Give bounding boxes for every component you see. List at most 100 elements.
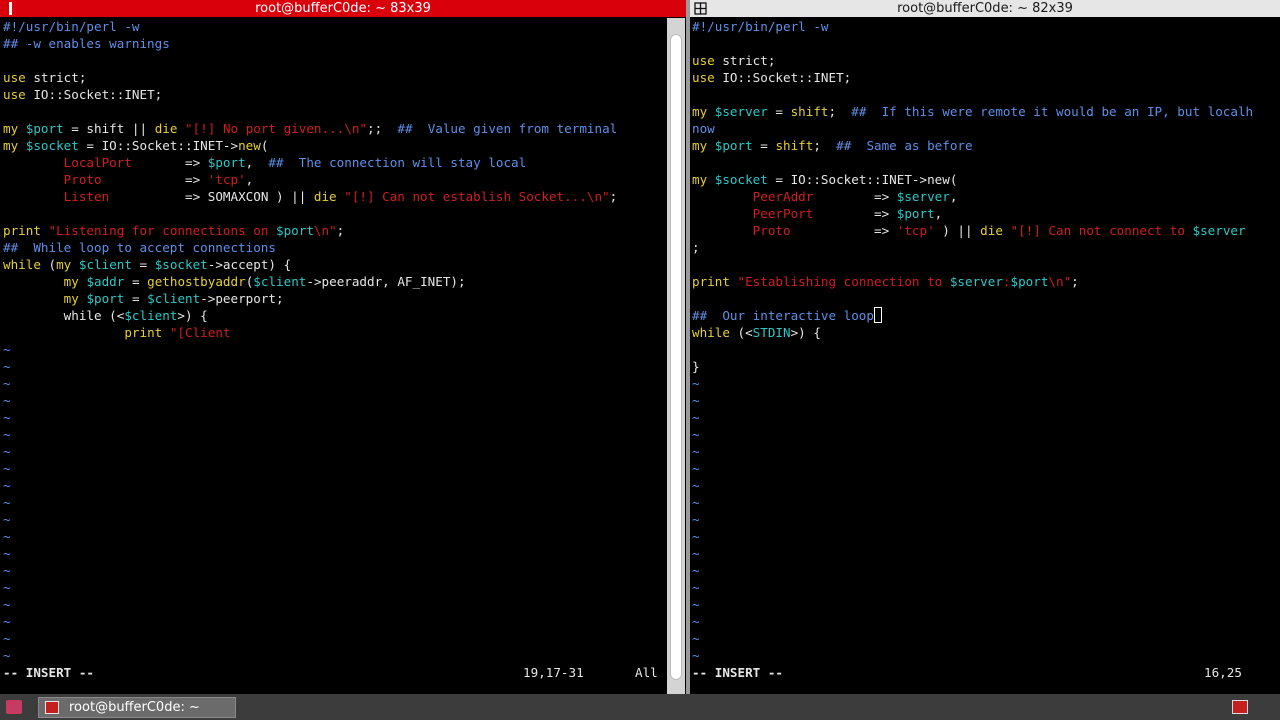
- code-token: shift: [790, 104, 829, 119]
- empty-line-tilde: ~: [692, 376, 700, 391]
- code-token: $server: [896, 189, 950, 204]
- empty-line-tilde: ~: [3, 495, 11, 510]
- right-code-line: [692, 35, 1253, 52]
- code-token: ;: [609, 189, 618, 204]
- empty-line-tilde: ~: [692, 546, 700, 561]
- text-cursor: [873, 307, 882, 323]
- taskbar-task-terminal[interactable]: root@bufferC0de: ~: [38, 697, 236, 718]
- left-scrollbar-thumb[interactable]: [670, 34, 682, 680]
- code-token: =: [752, 138, 776, 153]
- code-token: print: [124, 325, 163, 340]
- code-token: "[!] No port given...\n": [185, 121, 368, 136]
- code-token: $port: [896, 206, 935, 221]
- right-code-line: [692, 290, 1253, 307]
- code-token: \n": [1048, 274, 1072, 289]
- empty-line-tilde: ~: [692, 495, 700, 510]
- code-token: =>: [813, 206, 897, 221]
- left-code-line: my $port = shift || die "[!] No port giv…: [3, 120, 617, 137]
- code-token: my: [63, 274, 79, 289]
- code-token: $server: [949, 274, 1003, 289]
- empty-line-tilde: ~: [3, 342, 11, 357]
- right-code-line: PeerAddr => $server,: [692, 188, 1253, 205]
- right-status-position: 16,25: [1204, 665, 1242, 680]
- left-code-line: [3, 103, 617, 120]
- code-token: gethostbyaddr: [147, 274, 246, 289]
- code-token: =: [124, 291, 148, 306]
- code-token: my: [692, 104, 708, 119]
- left-code-line: use strict;: [3, 69, 617, 86]
- left-code-area[interactable]: #!/usr/bin/perl -w ## -w enables warnings…: [3, 18, 617, 664]
- code-token: "[!] Can not establish Socket...\n": [344, 189, 610, 204]
- left-code-line: print "[Client: [3, 324, 617, 341]
- code-token: my: [56, 257, 72, 272]
- code-token: >) {: [790, 325, 821, 340]
- code-token: =>: [790, 223, 897, 238]
- left-terminal-window[interactable]: root@bufferC0de: ~ 83x39 #!/usr/bin/perl…: [0, 0, 686, 694]
- code-token: 'tcp': [896, 223, 935, 238]
- code-token: $port: [275, 223, 314, 238]
- code-token: =>: [101, 172, 208, 187]
- left-code-line: ## While loop to accept connections: [3, 239, 617, 256]
- code-token: "[!] Can not connect to: [1010, 223, 1193, 238]
- code-token: $client: [253, 274, 307, 289]
- left-code-line: use IO::Socket::INET;: [3, 86, 617, 103]
- tray-terminal-icon[interactable]: [1232, 700, 1248, 714]
- empty-line-tilde: ~: [3, 580, 11, 595]
- taskbar: root@bufferC0de: ~: [0, 694, 1280, 720]
- code-token: $socket: [154, 257, 208, 272]
- empty-line-tilde: ~: [3, 461, 11, 476]
- code-token: >) {: [177, 308, 208, 323]
- taskbar-task-label: root@bufferC0de: ~: [69, 700, 200, 715]
- code-token: ,: [949, 189, 958, 204]
- empty-line-tilde: ~: [692, 614, 700, 629]
- code-token: ## Value given from terminal: [397, 121, 618, 136]
- code-token: => SOMAXCON ) ||: [109, 189, 314, 204]
- left-window-titlebar[interactable]: root@bufferC0de: ~ 83x39: [0, 0, 686, 17]
- code-token: #!/usr/bin/perl -w: [3, 19, 140, 34]
- right-code-area[interactable]: #!/usr/bin/perl -w use strict; use IO::Soc…: [692, 18, 1253, 664]
- code-token: =: [124, 274, 148, 289]
- right-terminal-window[interactable]: root@bufferC0de: ~ 82x39 #!/usr/bin/perl…: [690, 0, 1280, 694]
- right-window-titlebar[interactable]: root@bufferC0de: ~ 82x39: [690, 0, 1280, 17]
- code-token: strict;: [714, 53, 776, 68]
- right-code-line: my $server = shift; ## If this were remo…: [692, 103, 1253, 120]
- code-token: =: [131, 257, 155, 272]
- code-token: $client: [147, 291, 201, 306]
- code-token: ;: [828, 104, 852, 119]
- empty-line-tilde: ~: [692, 648, 700, 663]
- code-token: ) ||: [934, 223, 981, 238]
- code-token: PeerPort: [752, 206, 814, 221]
- empty-line-tilde: ~: [3, 444, 11, 459]
- left-code-line: while (<$client>) {: [3, 307, 617, 324]
- right-code-line: now: [692, 120, 1253, 137]
- empty-line-tilde: ~: [692, 597, 700, 612]
- code-token: (<: [729, 325, 753, 340]
- empty-line-tilde: ~: [3, 393, 11, 408]
- left-status-mode: -- INSERT --: [3, 665, 94, 680]
- code-token: #!/usr/bin/perl -w: [692, 19, 829, 34]
- code-token: my: [3, 138, 19, 153]
- left-code-line: Proto => 'tcp',: [3, 171, 617, 188]
- code-token: STDIN: [752, 325, 791, 340]
- code-token: ;: [813, 138, 837, 153]
- code-token: IO::Socket::INET;: [714, 70, 852, 85]
- code-token: $addr: [86, 274, 125, 289]
- right-window-title: root@bufferC0de: ~ 82x39: [897, 1, 1073, 16]
- right-code-line: [692, 256, 1253, 273]
- empty-line-tilde: ~: [692, 631, 700, 646]
- empty-line-tilde: ~: [3, 546, 11, 561]
- app-menu-icon[interactable]: [6, 700, 22, 714]
- left-code-line: Listen => SOMAXCON ) || die "[!] Can not…: [3, 188, 618, 205]
- code-token: Proto: [63, 172, 102, 187]
- right-code-line: my $socket = IO::Socket::INET->new(: [692, 171, 1253, 188]
- code-token: ;: [336, 223, 345, 238]
- code-token: while: [692, 325, 730, 340]
- code-token: Proto: [752, 223, 791, 238]
